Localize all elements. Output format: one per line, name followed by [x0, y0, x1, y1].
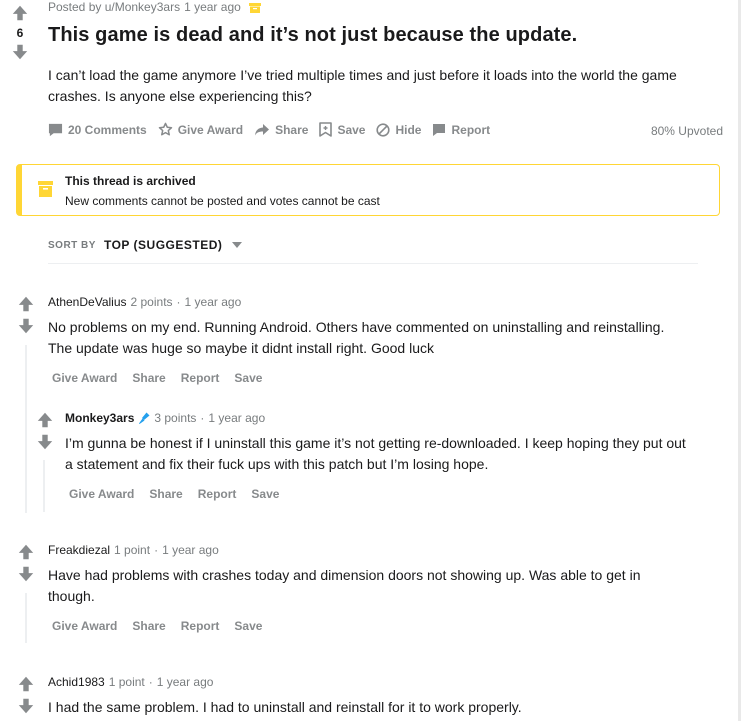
- comment-body: No problems on my end. Running Android. …: [48, 319, 665, 356]
- posted-by[interactable]: Posted by u/Monkey3ars: [48, 0, 180, 14]
- comments-label: 20 Comments: [68, 122, 147, 137]
- comment-actions: Give Award Share Report Save: [52, 371, 688, 385]
- hide-button[interactable]: Hide: [376, 123, 421, 137]
- save-button[interactable]: Save: [234, 619, 262, 633]
- comment-author[interactable]: Achid1983: [48, 675, 105, 689]
- share-label: Share: [275, 122, 309, 137]
- comment-time[interactable]: 1 year ago: [208, 411, 265, 425]
- upvote-ratio: 80% Upvoted: [650, 124, 723, 138]
- comment-meta: Monkey3ars 3 points · 1 year ago: [65, 411, 695, 425]
- comment-actions: Give Award Share Report Save: [69, 487, 695, 501]
- post-vote-column: 6: [8, 4, 32, 61]
- give-award-button[interactable]: Give Award: [69, 487, 134, 501]
- comment-points: 2 points: [130, 295, 173, 309]
- upvote-icon[interactable]: [36, 411, 54, 429]
- archive-icon: [38, 181, 53, 197]
- comment-author[interactable]: Monkey3ars: [65, 411, 134, 425]
- give-award-label: Give Award: [177, 122, 244, 137]
- archived-banner: This thread is archived New comments can…: [16, 164, 720, 216]
- comment-icon: [48, 123, 63, 137]
- comment-time[interactable]: 1 year ago: [185, 295, 242, 309]
- sort-value: TOP (SUGGESTED): [103, 238, 223, 252]
- save-button[interactable]: Save: [251, 487, 279, 501]
- upvote-icon[interactable]: [11, 4, 29, 22]
- give-award-button[interactable]: Give Award: [158, 122, 243, 137]
- archive-icon: [248, 3, 261, 13]
- save-button[interactable]: Save: [234, 371, 262, 385]
- share-button[interactable]: Share: [149, 487, 182, 501]
- comment-meta: AthenDeValius 2 points · 1 year ago: [48, 295, 688, 309]
- thread-line[interactable]: [25, 593, 27, 643]
- post-title[interactable]: This game is dead and it’s not just beca…: [48, 24, 577, 47]
- comment-author[interactable]: AthenDeValius: [48, 295, 127, 309]
- divider: [48, 263, 698, 264]
- comment: AthenDeValius 2 points · 1 year ago No p…: [48, 295, 688, 385]
- downvote-icon[interactable]: [17, 697, 35, 715]
- report-button[interactable]: Report: [432, 123, 490, 137]
- sort-bar: SORT BY TOP (SUGGESTED): [48, 238, 243, 252]
- comment-body: I had the same problem. I had to uninsta…: [48, 699, 522, 715]
- comment-vote-column: [33, 411, 57, 451]
- comment: Freakdiezal 1 point · 1 year ago Have ha…: [48, 543, 688, 633]
- comment-body: I’m gunna be honest if I uninstall this …: [65, 435, 686, 472]
- upvote-icon[interactable]: [17, 295, 35, 313]
- comment-meta: Achid1983 1 point · 1 year ago: [48, 675, 688, 689]
- comment-actions: Give Award Share Report Save: [52, 619, 688, 633]
- comment-vote-column: [14, 295, 38, 335]
- comment-vote-column: [14, 543, 38, 583]
- comment-time[interactable]: 1 year ago: [157, 675, 214, 689]
- give-award-button[interactable]: Give Award: [52, 619, 117, 633]
- report-button[interactable]: Report: [181, 371, 220, 385]
- comment-author[interactable]: Freakdiezal: [48, 543, 110, 557]
- report-button[interactable]: Report: [181, 619, 220, 633]
- post-actions: 20 Comments Give Award Share Save Hide R…: [48, 122, 490, 137]
- report-button[interactable]: Report: [198, 487, 237, 501]
- comment-reply: Monkey3ars 3 points · 1 year ago I’m gun…: [65, 411, 695, 501]
- downvote-icon[interactable]: [11, 43, 29, 61]
- comment-time[interactable]: 1 year ago: [162, 543, 219, 557]
- report-icon: [433, 123, 446, 136]
- microphone-icon: [139, 412, 150, 424]
- sort-dropdown[interactable]: TOP (SUGGESTED): [103, 238, 243, 252]
- banner-text: New comments cannot be posted and votes …: [65, 194, 380, 208]
- save-icon: [319, 122, 333, 137]
- post-score: 6: [16, 26, 24, 40]
- comment-meta: Freakdiezal 1 point · 1 year ago: [48, 543, 688, 557]
- comments-button[interactable]: 20 Comments: [48, 122, 147, 137]
- share-button[interactable]: Share: [254, 123, 308, 137]
- share-button[interactable]: Share: [132, 371, 165, 385]
- post-time[interactable]: 1 year ago: [184, 0, 241, 14]
- separator: ·: [148, 675, 153, 689]
- save-button[interactable]: Save: [319, 122, 365, 137]
- share-icon: [255, 123, 270, 135]
- downvote-icon[interactable]: [17, 317, 35, 335]
- comment-points: 1 point: [108, 675, 145, 689]
- upvote-icon[interactable]: [17, 543, 35, 561]
- comment-body: Have had problems with crashes today and…: [48, 567, 641, 604]
- report-label: Report: [451, 122, 491, 137]
- chevron-down-icon: [232, 242, 243, 248]
- thread-line[interactable]: [25, 345, 27, 513]
- comment-points: 3 points: [154, 411, 197, 425]
- give-award-button[interactable]: Give Award: [52, 371, 117, 385]
- comment-vote-column: [14, 675, 38, 715]
- award-icon: [158, 122, 172, 136]
- banner-title: This thread is archived: [65, 174, 196, 188]
- thread-line[interactable]: [43, 460, 45, 512]
- downvote-icon[interactable]: [17, 565, 35, 583]
- hide-icon: [376, 122, 391, 137]
- comment: Achid1983 1 point · 1 year ago I had the…: [48, 675, 688, 718]
- comment-points: 1 point: [114, 543, 151, 557]
- separator: ·: [154, 543, 159, 557]
- save-label: Save: [337, 122, 366, 137]
- upvote-icon[interactable]: [17, 675, 35, 693]
- downvote-icon[interactable]: [36, 433, 54, 451]
- sort-label: SORT BY: [48, 239, 96, 251]
- separator: ·: [176, 295, 181, 309]
- share-button[interactable]: Share: [132, 619, 165, 633]
- post-meta: Posted by u/Monkey3ars 1 year ago: [48, 0, 261, 14]
- post-body: I can’t load the game anymore I’ve tried…: [48, 67, 677, 104]
- separator: ·: [200, 411, 205, 425]
- hide-label: Hide: [395, 122, 422, 137]
